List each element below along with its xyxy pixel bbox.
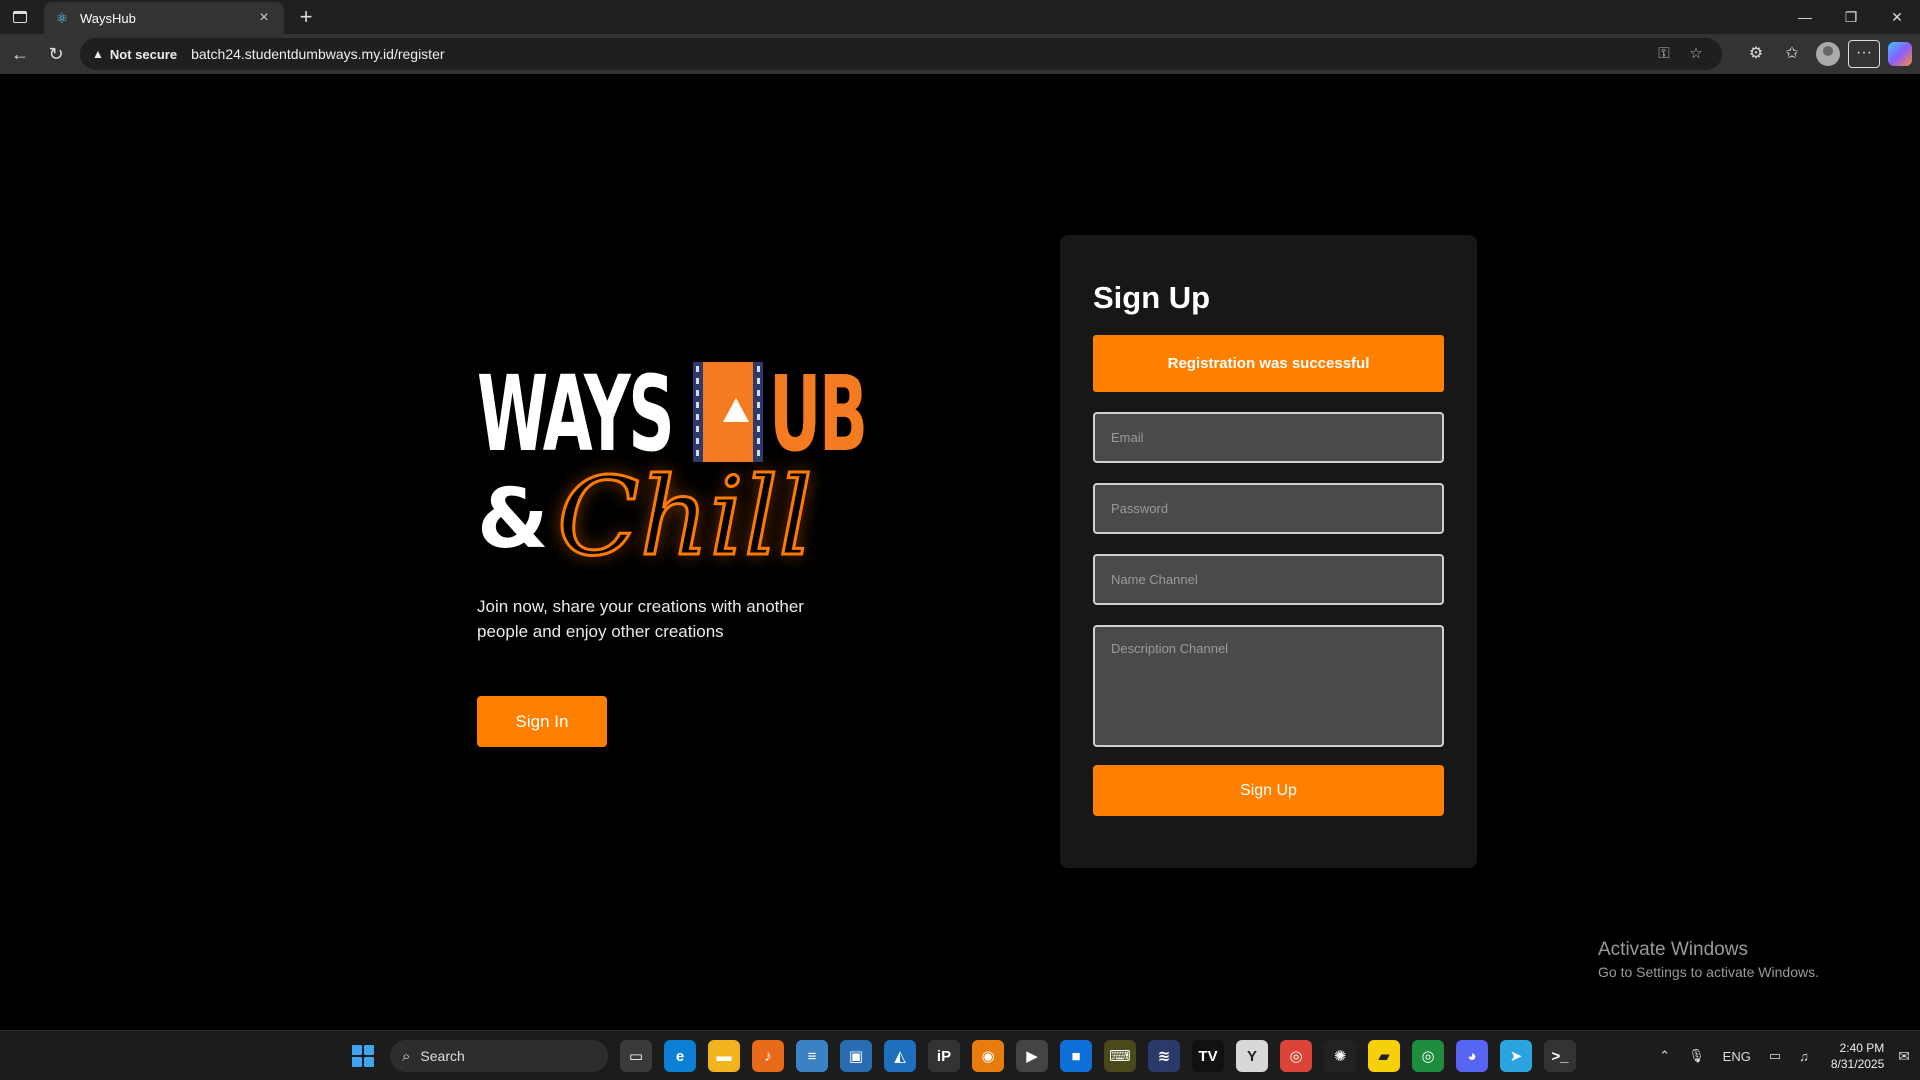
tab-actions-icon[interactable] (10, 7, 30, 27)
taskbar-apps: ▭ e ▬ ♪ ≡ ▣ ◭ iP ◉ ▶ ■ ⌨ ≋ TV Y ◎ ✺ ▰ ◎ … (620, 1040, 1588, 1072)
logo-ways-text: WAYS (477, 353, 675, 475)
logo-and-chill: & Chill (477, 458, 897, 586)
windows-taskbar: ⌕ Search ▭ e ▬ ♪ ≡ ▣ ◭ iP ◉ ▶ ■ ⌨ ≋ TV Y… (0, 1030, 1920, 1080)
sign-up-card: Sign Up Registration was successful Sign… (1060, 235, 1477, 868)
key-icon[interactable]: ⚿ (1650, 40, 1678, 68)
blender-icon[interactable]: ◉ (972, 1040, 1004, 1072)
windows-start-icon[interactable] (352, 1045, 374, 1067)
chatgpt-icon[interactable]: ✺ (1324, 1040, 1356, 1072)
profile-avatar[interactable] (1816, 42, 1840, 66)
taskbar-search[interactable]: ⌕ Search (390, 1040, 608, 1072)
task-view-icon[interactable]: ▭ (620, 1040, 652, 1072)
description-channel-field[interactable] (1093, 625, 1444, 747)
sticky-notes-icon[interactable]: ▰ (1368, 1040, 1400, 1072)
volume-icon[interactable]: ♫ (1799, 1049, 1809, 1064)
tab-title: WaysHub (80, 10, 136, 26)
back-icon[interactable]: ← (4, 38, 36, 70)
chevron-up-icon[interactable]: ⌃ (1659, 1048, 1670, 1064)
sign-in-button[interactable]: Sign In (477, 696, 607, 747)
terminal-icon[interactable]: >_ (1544, 1040, 1576, 1072)
star-icon[interactable]: ☆ (1682, 40, 1710, 68)
tradingview-icon[interactable]: TV (1192, 1040, 1224, 1072)
file-explorer-icon[interactable]: ▬ (708, 1040, 740, 1072)
discord-icon[interactable]: ◕ (1456, 1040, 1488, 1072)
film-play-icon (693, 362, 763, 462)
new-tab-button[interactable]: + (292, 4, 320, 32)
minimize-icon[interactable]: — (1782, 0, 1828, 34)
network-icon[interactable]: ▭ (1769, 1048, 1781, 1064)
watermark-title: Activate Windows (1598, 939, 1748, 960)
extensions-icon[interactable]: ⚙ (1738, 38, 1774, 70)
system-tray: ⌃ 🎙 ENG ▭ ♫ 2:40 PM 8/31/2025 ✉ (1641, 1031, 1920, 1080)
browser-nav-bar: ← ↻ ▲ Not secure batch24.studentdumbways… (0, 34, 1920, 74)
name-channel-field[interactable] (1093, 554, 1444, 605)
edge-icon[interactable]: e (664, 1040, 696, 1072)
clock-time: 2:40 PM (1839, 1041, 1885, 1055)
favorites-icon[interactable]: ✩ (1774, 38, 1810, 70)
notepad-icon[interactable]: ≡ (796, 1040, 828, 1072)
browser-tab-bar: ⚛ WaysHub × + — ❐ ✕ (0, 0, 1920, 34)
address-bar[interactable]: ▲ Not secure batch24.studentdumbways.my.… (80, 38, 1722, 70)
browser-toolbar: ⚙ ✩ ··· (1738, 38, 1912, 70)
tab-close-icon[interactable]: × (254, 8, 274, 28)
logo-wayshub: WAYS UB (477, 360, 897, 468)
telegram-icon[interactable]: ➤ (1500, 1040, 1532, 1072)
password-field[interactable] (1093, 483, 1444, 534)
close-window-icon[interactable]: ✕ (1874, 0, 1920, 34)
form-title: Sign Up (1093, 280, 1211, 315)
email-field[interactable] (1093, 412, 1444, 463)
remote-desktop-icon[interactable]: ▣ (840, 1040, 872, 1072)
language-indicator[interactable]: ENG (1723, 1049, 1751, 1064)
photos-icon[interactable]: ◭ (884, 1040, 916, 1072)
browser-tab-wayshub[interactable]: ⚛ WaysHub × (44, 2, 284, 34)
more-menu-icon[interactable]: ··· (1848, 40, 1880, 68)
hero-tagline: Join now, share your creations with anot… (477, 597, 804, 641)
keyboard-app-icon[interactable]: ⌨ (1104, 1040, 1136, 1072)
restore-icon[interactable]: ❐ (1828, 0, 1874, 34)
notification-icon[interactable]: ✉ (1898, 1048, 1910, 1065)
clock-date: 8/31/2025 (1830, 1057, 1885, 1071)
activate-windows-watermark: Activate Windows Go to Settings to activ… (1598, 938, 1819, 982)
yandex-icon[interactable]: Y (1236, 1040, 1268, 1072)
window-controls: — ❐ ✕ (1782, 0, 1920, 34)
taskbar-clock[interactable]: 2:40 PM 8/31/2025 (1831, 1040, 1884, 1072)
search-icon: ⌕ (402, 1047, 411, 1065)
chrome-icon[interactable]: ◎ (1280, 1040, 1312, 1072)
media-player-icon[interactable]: ▶ (1016, 1040, 1048, 1072)
reload-icon[interactable]: ↻ (40, 38, 72, 70)
taskbar-search-label: Search (420, 1048, 465, 1064)
page-viewport: WAYS UB & Chill Join now, share your cre… (4, 74, 1916, 1028)
fl-studio-icon[interactable]: ♪ (752, 1040, 784, 1072)
chrome-profile-icon[interactable]: ◎ (1412, 1040, 1444, 1072)
logo-ub-text: UB (769, 353, 868, 475)
warning-icon: ▲ (92, 47, 104, 61)
logo-ampersand: & (477, 472, 549, 567)
watermark-subtitle: Go to Settings to activate Windows. (1598, 964, 1819, 980)
copilot-icon[interactable] (1888, 42, 1912, 66)
hero-section: WAYS UB & Chill Join now, share your cre… (477, 360, 897, 747)
react-icon: ⚛ (55, 10, 69, 26)
microphone-icon[interactable]: 🎙 (1688, 1048, 1705, 1064)
sign-up-button[interactable]: Sign Up (1093, 765, 1444, 816)
logo-chill-text: Chill (556, 455, 815, 580)
vscode-like-icon[interactable]: ≋ (1148, 1040, 1180, 1072)
ip-app-icon[interactable]: iP (928, 1040, 960, 1072)
success-alert: Registration was successful (1093, 335, 1444, 392)
store-icon[interactable]: ■ (1060, 1040, 1092, 1072)
url-text[interactable]: batch24.studentdumbways.my.id/register (191, 46, 1646, 62)
security-label[interactable]: Not secure (110, 47, 177, 62)
